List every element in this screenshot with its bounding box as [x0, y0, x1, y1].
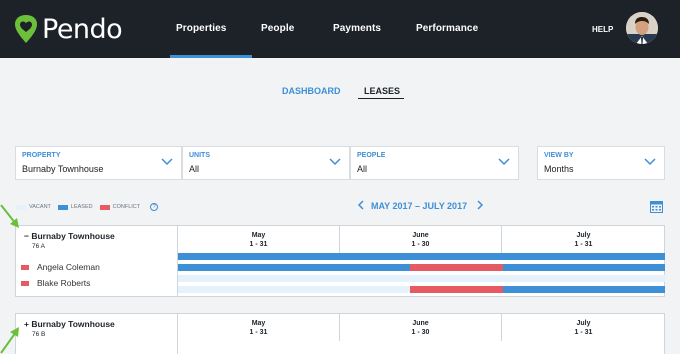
- top-nav-bar: Pendo Properties People Payments Perform…: [0, 0, 680, 58]
- filter-label: VIEW BY: [544, 152, 574, 159]
- date-range-label: MAY 2017 – JULY 2017: [371, 201, 468, 211]
- nav-properties[interactable]: Properties: [176, 23, 226, 34]
- leased-bar[interactable]: [178, 253, 665, 260]
- leased-swatch: [57, 204, 68, 210]
- property-toggle[interactable]: + Burnaby Townhouse: [24, 319, 115, 329]
- unit-label: 76 A: [32, 243, 46, 250]
- property-panel: − Burnaby Townhouse 76 A Angela Coleman …: [16, 226, 178, 296]
- nav-active-indicator: [170, 55, 252, 58]
- month-name: June: [412, 320, 429, 327]
- user-avatar[interactable]: [626, 12, 658, 44]
- help-link[interactable]: HELP: [592, 25, 613, 34]
- heart-location-icon: [15, 15, 37, 43]
- lease-track: [178, 253, 665, 260]
- collapse-toggle[interactable]: −: [24, 231, 29, 241]
- logo-text: Pendo: [42, 13, 123, 45]
- tenant-row[interactable]: Angela Coleman: [21, 262, 100, 272]
- filter-label: PEOPLE: [357, 152, 386, 159]
- leased-bar[interactable]: [502, 286, 665, 293]
- lease-track: [178, 286, 665, 293]
- nav-performance[interactable]: Performance: [416, 23, 478, 34]
- month-column-header: May 1 - 31: [178, 226, 340, 253]
- filter-value: Months: [544, 164, 574, 174]
- month-days: 1 - 31: [249, 241, 268, 248]
- conflict-bar[interactable]: [409, 264, 503, 271]
- calendar-icon[interactable]: [650, 200, 663, 213]
- month-column-header: July 1 - 31: [502, 226, 665, 253]
- property-name: Burnaby Townhouse: [31, 319, 115, 329]
- view-by-filter[interactable]: VIEW BY Months: [537, 146, 665, 180]
- month-days: 1 - 31: [574, 329, 593, 336]
- filter-label: UNITS: [189, 152, 210, 159]
- month-column-header: May 1 - 31: [178, 314, 340, 341]
- filter-value: All: [189, 164, 200, 174]
- month-name: July: [576, 232, 591, 239]
- leased-bar[interactable]: [502, 264, 665, 271]
- tenant-row[interactable]: Blake Roberts: [21, 278, 90, 288]
- month-name: June: [412, 232, 429, 239]
- pendo-logo[interactable]: Pendo: [14, 12, 123, 46]
- property-group: − Burnaby Townhouse 76 A Angela Coleman …: [15, 225, 665, 297]
- property-group: + Burnaby Townhouse 76 B May 1 - 31 June…: [15, 313, 665, 354]
- month-name: May: [251, 320, 266, 327]
- conflict-bar[interactable]: [409, 286, 503, 293]
- nav-payments[interactable]: Payments: [333, 23, 381, 34]
- chevron-down-icon: [161, 158, 173, 166]
- property-name: Burnaby Townhouse: [31, 231, 115, 241]
- chevron-right-icon[interactable]: [476, 200, 484, 210]
- month-days: 1 - 30: [411, 241, 430, 248]
- conflict-marker: [21, 264, 29, 270]
- filter-value: Burnaby Townhouse: [22, 164, 104, 174]
- unit-label: 76 B: [32, 331, 46, 338]
- lease-track: [178, 264, 665, 271]
- month-days: 1 - 30: [411, 329, 430, 336]
- legend-conflict: CONFLICT: [99, 204, 141, 210]
- lease-track: [178, 275, 665, 282]
- month-name: May: [251, 232, 266, 239]
- annotation-arrow-icon: [0, 204, 19, 228]
- month-name: July: [576, 320, 591, 327]
- tab-leases[interactable]: LEASES: [364, 86, 400, 96]
- tab-active-underline: [358, 98, 404, 99]
- chevron-left-icon[interactable]: [357, 200, 365, 210]
- conflict-swatch: [99, 204, 110, 210]
- leased-bar[interactable]: [178, 264, 410, 271]
- legend-leased: LEASED: [57, 204, 93, 210]
- expand-toggle[interactable]: +: [24, 319, 29, 329]
- tenant-name: Blake Roberts: [37, 278, 91, 288]
- people-filter[interactable]: PEOPLE All: [350, 146, 519, 180]
- month-days: 1 - 31: [249, 329, 268, 336]
- units-filter[interactable]: UNITS All: [182, 146, 350, 180]
- chevron-down-icon: [644, 158, 656, 166]
- property-filter[interactable]: PROPERTY Burnaby Townhouse: [15, 146, 182, 180]
- filter-label: PROPERTY: [22, 152, 61, 159]
- chevron-down-icon: [329, 158, 341, 166]
- annotation-arrow-icon: [0, 327, 19, 354]
- property-toggle[interactable]: − Burnaby Townhouse: [24, 231, 115, 241]
- month-column-header: July 1 - 31: [502, 314, 665, 341]
- legend-label: LEASED: [70, 204, 93, 210]
- nav-people[interactable]: People: [261, 23, 294, 34]
- filter-value: All: [357, 164, 368, 174]
- question-circle-icon[interactable]: ?: [150, 203, 159, 211]
- avatar-image: [626, 12, 658, 44]
- tenant-name: Angela Coleman: [37, 262, 100, 272]
- legend-label: CONFLICT: [112, 204, 141, 210]
- conflict-marker: [21, 280, 29, 286]
- month-days: 1 - 31: [574, 241, 593, 248]
- month-column-header: June 1 - 30: [340, 314, 502, 341]
- month-column-header: June 1 - 30: [340, 226, 502, 253]
- property-panel: + Burnaby Townhouse 76 B: [16, 314, 178, 354]
- legend-label: VACANT: [29, 204, 51, 210]
- status-legend: VACANT LEASED CONFLICT ?: [16, 202, 159, 212]
- tab-dashboard[interactable]: DASHBOARD: [282, 86, 341, 96]
- chevron-down-icon: [498, 158, 510, 166]
